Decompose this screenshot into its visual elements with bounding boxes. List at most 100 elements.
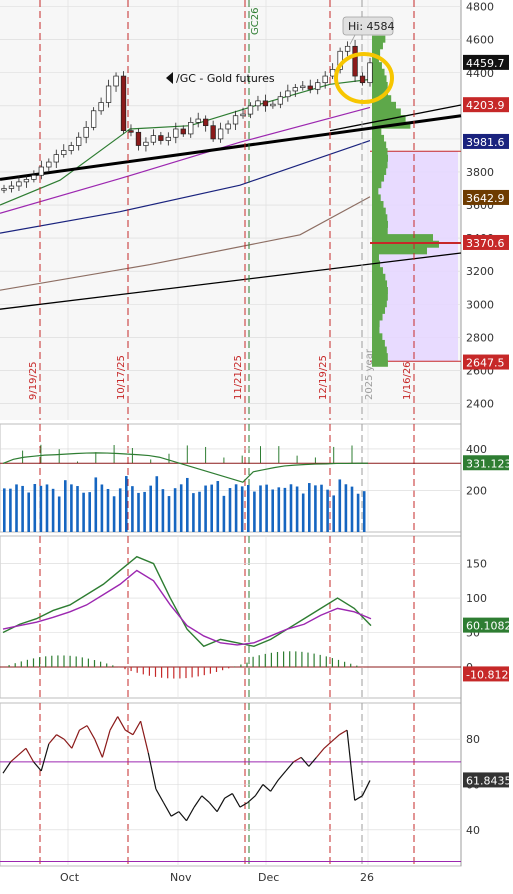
volume-bar	[106, 488, 110, 532]
candle-body	[105, 85, 112, 103]
volume-bar	[271, 489, 274, 532]
volume-bar	[320, 484, 323, 532]
price-tick-label: 3800	[466, 166, 494, 179]
candle-body	[16, 181, 22, 187]
volume-bar	[39, 485, 43, 532]
candle-body	[53, 154, 59, 163]
volume-bar	[21, 485, 24, 532]
volume-profile-bar	[372, 240, 439, 248]
volume-profile-bar	[372, 227, 388, 235]
volume-profile-bar	[372, 220, 388, 228]
candle-body	[180, 128, 186, 135]
volume-bar	[155, 476, 159, 532]
volume-profile-bar	[372, 253, 379, 261]
volume-profile-bar	[372, 320, 380, 328]
volume-profile-bar	[372, 326, 380, 334]
volume-bar	[57, 496, 61, 532]
volume-profile-bar	[372, 207, 386, 215]
price-tick-label: 2400	[466, 397, 494, 410]
candle-body	[203, 118, 209, 127]
chart-title: /GC - Gold futures	[176, 72, 275, 85]
volume-bar	[210, 484, 213, 532]
panel-frame	[0, 535, 462, 699]
volume-bar	[64, 480, 67, 532]
event-label: 12/19/25	[318, 355, 329, 400]
volume-profile-bar	[372, 62, 382, 70]
oscillator-badge: 61.8435	[466, 774, 512, 787]
volume-bar	[332, 495, 335, 532]
volume-profile-bar	[372, 234, 433, 242]
volume-profile-bar	[372, 154, 388, 162]
volume-bar	[125, 476, 128, 532]
candle-body	[143, 141, 149, 146]
candle-body	[90, 110, 97, 128]
event-label: 10/17/25	[116, 355, 127, 400]
volume-bar	[82, 492, 85, 532]
candle-body	[225, 123, 231, 130]
chart-root: Hi: 4584/GC - Gold futures 9/19/25 10/17/…	[0, 0, 513, 890]
volume-bar	[356, 493, 360, 532]
candle-body	[255, 100, 261, 107]
month-label: 26	[360, 871, 374, 884]
volume-profile-bar	[372, 108, 401, 116]
volume-bar	[51, 488, 55, 532]
macd-tick-label: 100	[466, 592, 487, 605]
candle-body	[247, 105, 254, 115]
price-badge: 3370.6	[466, 237, 505, 250]
volume-profile-bar	[372, 161, 388, 169]
volume-profile-bar	[372, 68, 385, 76]
candle-body	[217, 128, 224, 140]
price-tick-label: 2800	[466, 331, 494, 344]
candle-body	[23, 179, 30, 183]
candle-body	[46, 161, 52, 168]
candle-body	[165, 136, 171, 141]
volume-profile-bar	[372, 174, 385, 182]
volume-bar	[234, 484, 238, 532]
volume-bar	[76, 486, 79, 532]
volume-profile-bar	[372, 75, 387, 83]
volume-bar	[9, 488, 12, 532]
volume-profile-bar	[372, 214, 388, 222]
volume-bar	[259, 485, 262, 532]
candle-body	[210, 125, 216, 140]
volume-bar	[131, 486, 134, 532]
candle-body	[270, 103, 276, 107]
month-label: Nov	[170, 871, 192, 884]
volume-profile-bar	[372, 339, 385, 347]
candle-body	[135, 131, 142, 146]
candle-body	[128, 130, 134, 133]
volume-tick-label: 400	[466, 443, 487, 456]
price-tick-label: 4600	[466, 34, 494, 47]
candle-body	[76, 136, 82, 146]
candle-body	[277, 96, 284, 105]
volume-profile-bar	[372, 148, 388, 156]
candle-body	[120, 75, 127, 131]
osc-tick-label: 80	[466, 733, 480, 746]
volume-profile-bar	[372, 247, 427, 255]
volume-profile-bar	[372, 273, 386, 281]
volume-profile-bar	[372, 101, 396, 109]
volume-bar	[301, 493, 305, 532]
volume-bar	[161, 489, 165, 532]
volume-bar	[338, 479, 342, 532]
year-label: 2025 year	[364, 348, 375, 400]
price-badge: 3981.6	[466, 136, 505, 149]
volume-badge: 331.123	[466, 457, 512, 470]
candle-body	[285, 90, 291, 98]
volume-profile-bar	[372, 300, 387, 308]
candle-body	[68, 145, 74, 151]
volume-bar	[15, 484, 18, 532]
volume-bar	[167, 496, 171, 532]
volume-profile-bar	[372, 35, 386, 43]
candle-body	[352, 45, 358, 77]
candle-body	[158, 135, 164, 141]
volume-profile-bar	[372, 167, 387, 175]
volume-bar	[247, 485, 250, 532]
contract-label: GC26	[250, 8, 261, 35]
candle-body	[322, 75, 328, 84]
candle-body	[262, 100, 269, 107]
volume-bar	[70, 484, 73, 532]
volume-bar	[283, 487, 287, 532]
volume-bar	[3, 488, 6, 532]
candle-body	[195, 118, 201, 123]
